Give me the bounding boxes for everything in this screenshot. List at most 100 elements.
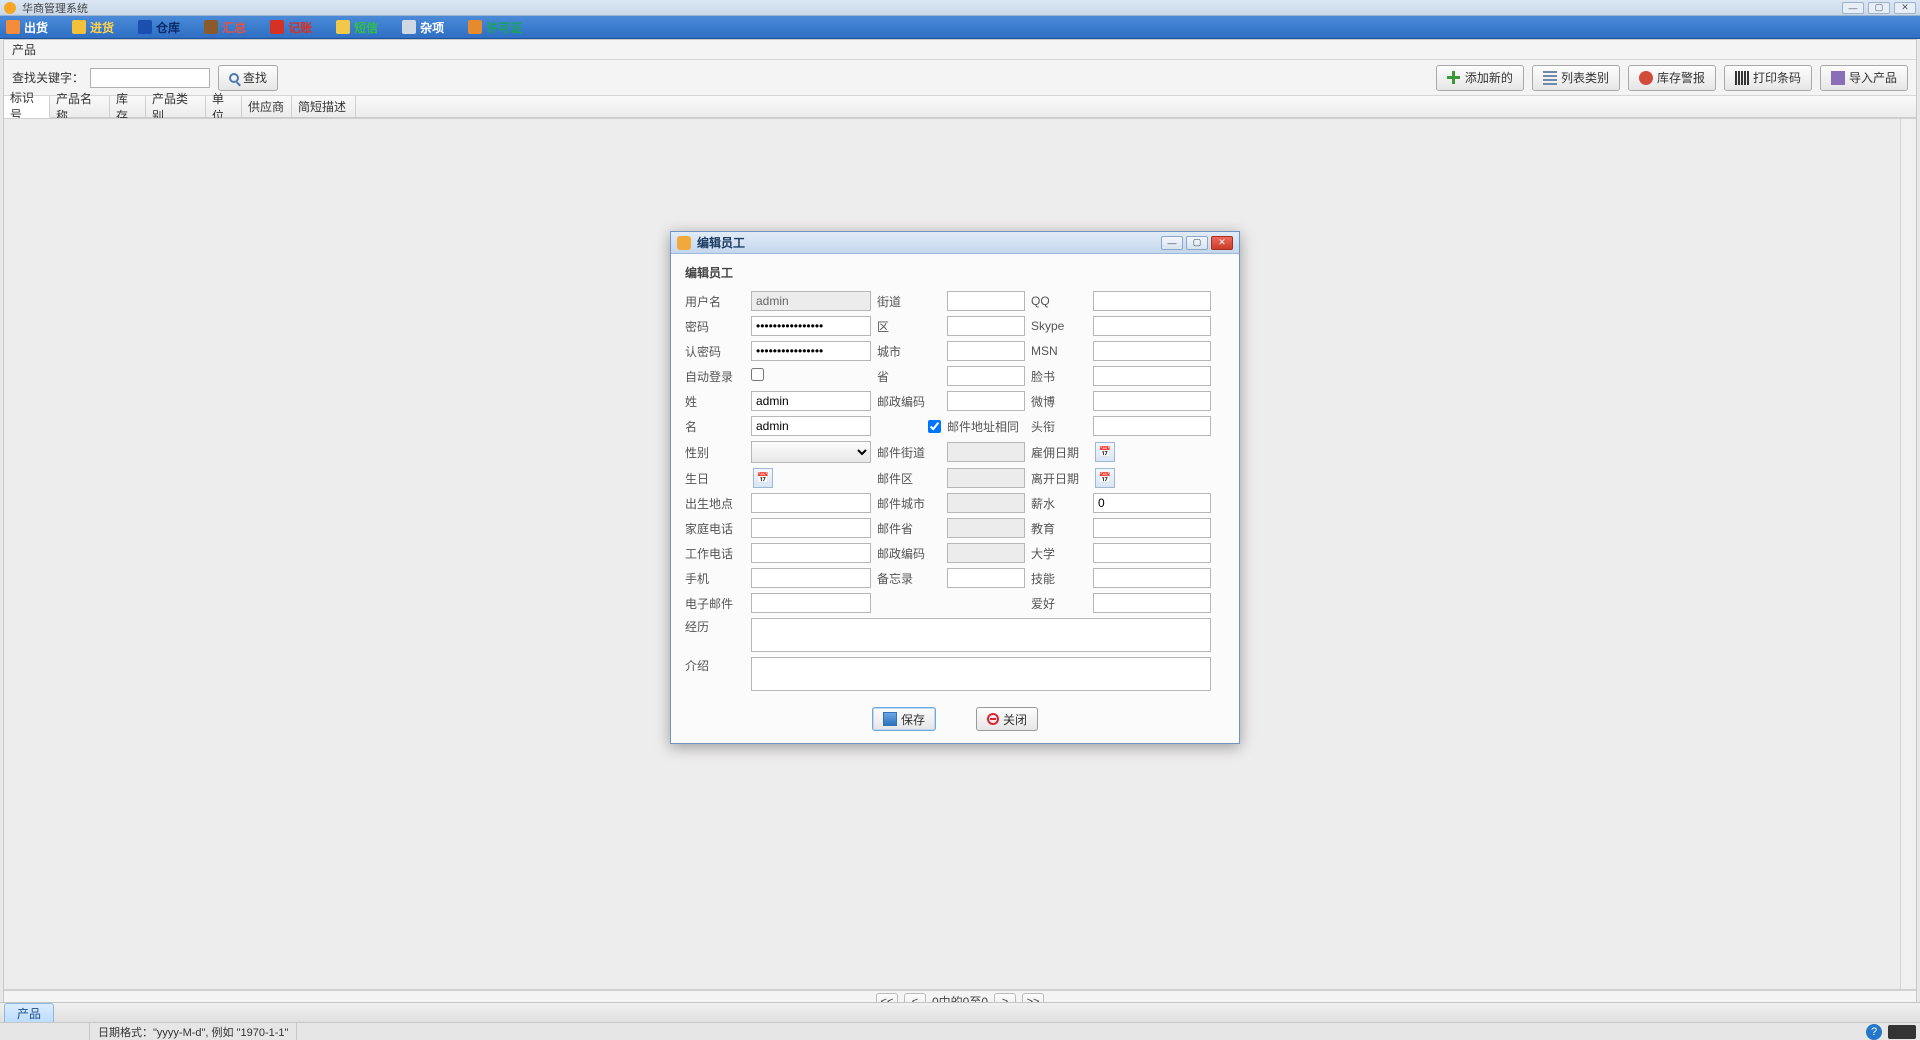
same-mail-checkbox[interactable] — [928, 420, 941, 433]
mail-province-field — [947, 518, 1025, 538]
tab-product[interactable]: 产品 — [4, 1003, 54, 1023]
ledger-icon — [270, 20, 284, 34]
resume-field[interactable] — [751, 618, 1211, 652]
work-phone-field[interactable] — [751, 543, 871, 563]
calendar-icon[interactable]: 📅 — [753, 468, 773, 488]
first-name-field[interactable] — [751, 416, 871, 436]
minimize-button[interactable]: — — [1842, 2, 1864, 14]
search-input[interactable] — [90, 68, 210, 88]
add-new-label: 添加新的 — [1465, 69, 1513, 86]
auto-login-checkbox[interactable] — [751, 368, 764, 381]
facebook-field[interactable] — [1093, 366, 1211, 386]
status-date-format: 日期格式："yyyy-M-d", 例如 "1970-1-1" — [90, 1023, 297, 1040]
education-field[interactable] — [1093, 518, 1211, 538]
search-button[interactable]: 查找 — [218, 65, 278, 91]
close-button[interactable]: 关闭 — [976, 707, 1038, 731]
label-auto-login: 自动登录 — [685, 368, 745, 385]
col-category[interactable]: 产品类别 — [146, 96, 206, 117]
menu-label: 短信 — [354, 19, 378, 36]
menu-shipment[interactable]: 出货 — [6, 19, 48, 36]
qq-field[interactable] — [1093, 291, 1211, 311]
university-field[interactable] — [1093, 543, 1211, 563]
list-category-label: 列表类别 — [1561, 69, 1609, 86]
dialog-heading: 编辑员工 — [685, 264, 1225, 281]
email-field[interactable] — [751, 593, 871, 613]
label-skill: 技能 — [1031, 570, 1087, 587]
label-birthplace: 出生地点 — [685, 495, 745, 512]
menu-summary[interactable]: 汇总 — [204, 19, 246, 36]
os-titlebar: 华商管理系统 — ▢ ✕ — [0, 0, 1920, 16]
dialog-titlebar[interactable]: 编辑员工 — ▢ ✕ — [671, 232, 1239, 254]
province-field[interactable] — [947, 366, 1025, 386]
city-field[interactable] — [947, 341, 1025, 361]
save-button[interactable]: 保存 — [872, 707, 936, 731]
home-phone-field[interactable] — [751, 518, 871, 538]
col-name[interactable]: 产品名称 — [50, 96, 110, 117]
calendar-icon[interactable]: 📅 — [1095, 442, 1115, 462]
col-id[interactable]: 标识号 — [4, 96, 50, 118]
import-product-label: 导入产品 — [1849, 69, 1897, 86]
table-header: 标识号 产品名称 库存 产品类别 单位 供应商 简短描述 — [4, 96, 1916, 118]
person-icon — [677, 236, 691, 250]
shipment-icon — [6, 20, 20, 34]
label-mail-province: 邮件省 — [877, 520, 941, 537]
label-first-name: 名 — [685, 418, 745, 435]
close-window-button[interactable]: ✕ — [1894, 2, 1916, 14]
col-stock[interactable]: 库存 — [110, 96, 146, 117]
password-field[interactable] — [751, 316, 871, 336]
stock-alert-button[interactable]: 库存警报 — [1628, 65, 1716, 91]
skype-field[interactable] — [1093, 316, 1211, 336]
label-password: 密码 — [685, 318, 745, 335]
print-barcode-button[interactable]: 打印条码 — [1724, 65, 1812, 91]
dialog-title: 编辑员工 — [697, 234, 1161, 251]
page-title: 产品 — [4, 40, 1916, 60]
skill-field[interactable] — [1093, 568, 1211, 588]
import-product-button[interactable]: 导入产品 — [1820, 65, 1908, 91]
label-work-phone: 工作电话 — [685, 545, 745, 562]
district-field[interactable] — [947, 316, 1025, 336]
msn-field[interactable] — [1093, 341, 1211, 361]
col-supplier[interactable]: 供应商 — [242, 96, 292, 117]
tray-icon[interactable] — [1888, 1025, 1916, 1039]
status-bar: 日期格式："yyyy-M-d", 例如 "1970-1-1" ? — [0, 1022, 1920, 1040]
dialog-minimize-button[interactable]: — — [1161, 236, 1183, 250]
col-spacer — [356, 96, 1916, 117]
last-name-field[interactable] — [751, 391, 871, 411]
import-icon — [1831, 71, 1845, 85]
menu-warehouse[interactable]: 仓库 — [138, 19, 180, 36]
intro-field[interactable] — [751, 657, 1211, 691]
street-field[interactable] — [947, 291, 1025, 311]
help-icon[interactable]: ? — [1866, 1024, 1882, 1040]
warehouse-icon — [138, 20, 152, 34]
dialog-close-button[interactable]: ✕ — [1211, 236, 1233, 250]
confirm-password-field[interactable] — [751, 341, 871, 361]
title-field[interactable] — [1093, 416, 1211, 436]
label-weibo: 微博 — [1031, 393, 1087, 410]
calendar-icon[interactable]: 📅 — [1095, 468, 1115, 488]
forbid-icon — [987, 713, 999, 725]
hobby-field[interactable] — [1093, 593, 1211, 613]
salary-field[interactable] — [1093, 493, 1211, 513]
list-category-button[interactable]: 列表类别 — [1532, 65, 1620, 91]
mobile-field[interactable] — [751, 568, 871, 588]
menu-misc[interactable]: 杂项 — [402, 19, 444, 36]
menu-sms[interactable]: 短信 — [336, 19, 378, 36]
sms-icon — [336, 20, 350, 34]
memo-field[interactable] — [947, 568, 1025, 588]
vertical-scrollbar[interactable] — [1900, 119, 1916, 989]
gender-select[interactable] — [751, 441, 871, 463]
weibo-field[interactable] — [1093, 391, 1211, 411]
dialog-maximize-button[interactable]: ▢ — [1186, 236, 1208, 250]
add-new-button[interactable]: 添加新的 — [1436, 65, 1524, 91]
label-msn: MSN — [1031, 344, 1087, 358]
menu-purchase[interactable]: 进货 — [72, 19, 114, 36]
menu-ledger[interactable]: 记账 — [270, 19, 312, 36]
menu-license[interactable]: 许可证 — [468, 19, 522, 36]
employee-form: 用户名 街道 QQ 密码 区 Skype 认密码 城市 MSN 自动登录 省 — [685, 291, 1225, 691]
birthplace-field[interactable] — [751, 493, 871, 513]
col-unit[interactable]: 单位 — [206, 96, 242, 117]
postcode-field[interactable] — [947, 391, 1025, 411]
purchase-icon — [72, 20, 86, 34]
maximize-button[interactable]: ▢ — [1868, 2, 1890, 14]
col-desc[interactable]: 简短描述 — [292, 96, 356, 117]
